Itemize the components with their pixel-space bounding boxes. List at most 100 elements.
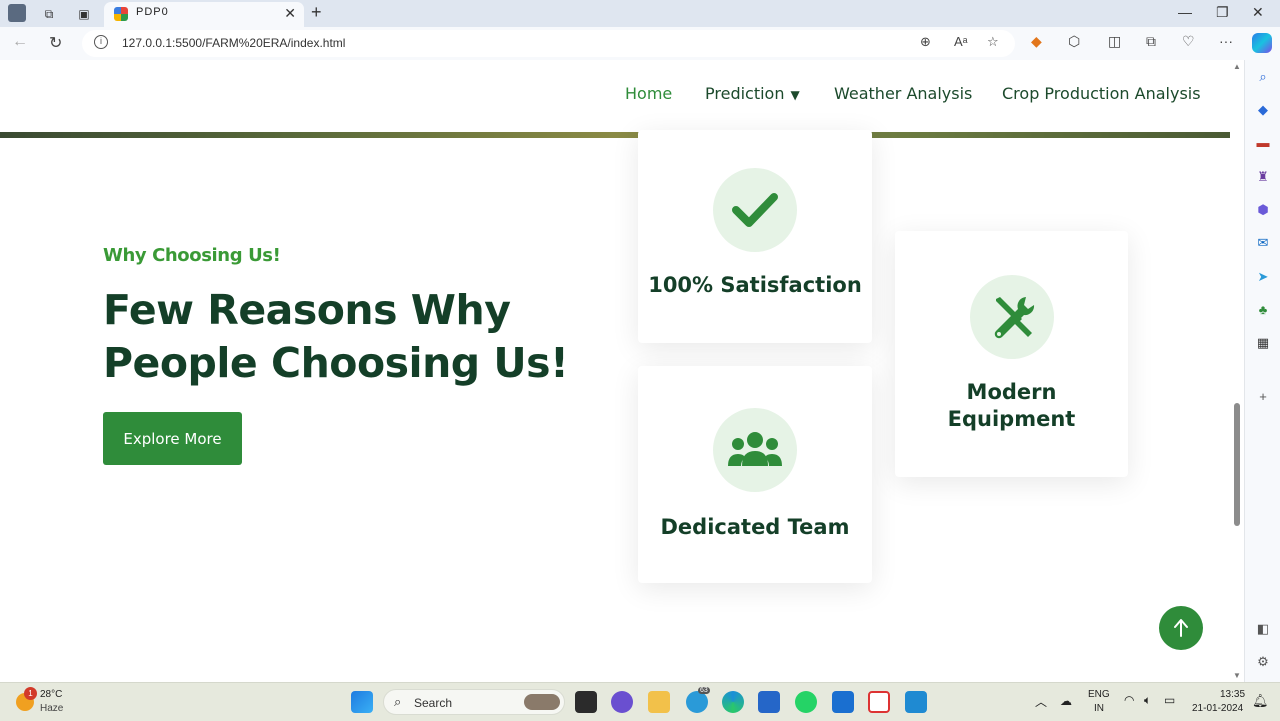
show-hidden-icons-chevron-icon[interactable]: ︿ xyxy=(1035,693,1047,710)
more-menu-icon[interactable]: ··· xyxy=(1219,33,1233,49)
wifi-icon[interactable]: ◠ xyxy=(1124,693,1134,707)
copilot-icon[interactable] xyxy=(1252,33,1272,53)
chat-app-icon[interactable] xyxy=(611,691,633,713)
onedrive-cloud-icon[interactable]: ☁ xyxy=(1060,694,1072,708)
vscode-icon[interactable] xyxy=(905,691,927,713)
explore-more-button[interactable]: Explore More xyxy=(103,412,242,465)
weather-desc: Haze xyxy=(40,703,64,714)
extensions-icon[interactable]: ⬡ xyxy=(1068,33,1080,50)
tools-icon xyxy=(994,297,1035,339)
telegram-badge: 63 xyxy=(698,687,710,694)
minimize-button[interactable]: — xyxy=(1178,4,1192,20)
telegram-icon[interactable]: 63 xyxy=(686,687,710,713)
shopping-tag-icon[interactable]: ◆ xyxy=(1254,101,1272,119)
games-icon[interactable]: ♜ xyxy=(1254,168,1272,186)
close-window-button[interactable]: ✕ xyxy=(1252,4,1264,21)
feature-card-satisfaction: 100% Satisfaction xyxy=(638,130,872,343)
split-screen-icon[interactable]: ◫ xyxy=(1108,33,1121,50)
notification-bell-icon[interactable]: 🔔︎ xyxy=(1252,693,1269,709)
edge-browser-icon[interactable] xyxy=(722,691,744,713)
collections-icon[interactable]: ⧉ xyxy=(1146,33,1156,50)
feature-icon-circle xyxy=(970,275,1054,359)
add-sidebar-app-icon[interactable]: + xyxy=(1254,388,1272,406)
tab-close-icon[interactable]: ✕ xyxy=(284,5,296,22)
feature-icon-circle xyxy=(713,408,797,492)
read-aloud-icon[interactable]: Aᵃ xyxy=(954,34,968,49)
outlook-icon[interactable]: ✉ xyxy=(1254,234,1272,252)
weather-widget[interactable]: 1 28°C Haze xyxy=(14,687,74,717)
search-icon: ⌕ xyxy=(394,694,402,709)
language-label: ENG xyxy=(1088,689,1110,700)
task-view-icon[interactable] xyxy=(575,691,597,713)
chevron-down-icon: ▼ xyxy=(790,88,800,102)
sidebar-toggle-icon[interactable]: ◧ xyxy=(1254,620,1272,638)
tools-briefcase-icon[interactable]: ▬ xyxy=(1254,134,1272,152)
clock[interactable]: 13:35 21-01-2024 xyxy=(1188,687,1248,717)
battery-icon[interactable]: ▭ xyxy=(1164,693,1175,707)
nav-weather-analysis[interactable]: Weather Analysis xyxy=(834,84,972,103)
maximize-button[interactable]: ❐ xyxy=(1216,4,1229,21)
team-icon xyxy=(728,432,782,466)
arrow-up-icon xyxy=(1174,619,1188,637)
url-field[interactable]: i 127.0.0.1:5500/FARM%20ERA/index.html ⊕… xyxy=(82,30,1015,57)
gmail-icon[interactable] xyxy=(868,691,890,713)
web-page: Home Prediction ▼ Weather Analysis Crop P… xyxy=(0,60,1230,682)
url-text: 127.0.0.1:5500/FARM%20ERA/index.html xyxy=(122,36,346,50)
site-info-icon[interactable]: i xyxy=(94,35,108,49)
metamask-extension-icon[interactable]: ◆ xyxy=(1031,33,1042,50)
store-icon[interactable] xyxy=(758,691,780,713)
feature-card-team: Dedicated Team xyxy=(638,366,872,583)
nav-prediction-label: Prediction xyxy=(705,84,785,103)
tab-favicon-icon xyxy=(114,7,128,21)
profile-avatar[interactable] xyxy=(8,4,26,22)
weather-temp: 28°C xyxy=(40,689,63,700)
search-icon[interactable]: ⌕ xyxy=(1254,68,1272,86)
region-label: IN xyxy=(1094,703,1104,714)
scroll-down-icon[interactable]: ▼ xyxy=(1233,671,1241,680)
scroll-up-icon[interactable]: ▲ xyxy=(1233,62,1241,71)
browser-sidebar: ⌕ ◆ ▬ ♜ ⬢ ✉ ➤ ♣ ▦ + ◧ ⚙ xyxy=(1244,60,1280,682)
whatsapp-icon[interactable] xyxy=(795,691,817,713)
drop-icon[interactable]: ➤ xyxy=(1254,268,1272,286)
nav-prediction[interactable]: Prediction ▼ xyxy=(705,84,800,103)
tab-bar: ⧉ ▣ PDP0 ✕ + — ❐ ✕ xyxy=(0,0,1280,27)
browser-essentials-icon[interactable]: ♡ xyxy=(1182,33,1195,50)
start-windows-icon[interactable] xyxy=(351,691,373,713)
windows-taskbar: 1 28°C Haze ⌕ Search 63 ︿ ☁ ENG IN ◠ 🔈︎ … xyxy=(0,682,1280,721)
search-highlight-icon xyxy=(524,694,560,710)
taskbar-search-label: Search xyxy=(414,696,453,710)
address-bar-row: ← ↻ i 127.0.0.1:5500/FARM%20ERA/index.ht… xyxy=(0,27,1280,60)
language-indicator[interactable]: ENG IN xyxy=(1086,688,1114,716)
site-navbar: Home Prediction ▼ Weather Analysis Crop P… xyxy=(0,60,1230,132)
tab-title: PDP0 xyxy=(136,6,169,18)
app-window-icon[interactable] xyxy=(832,691,854,713)
header-banner-strip xyxy=(0,132,1230,138)
volume-icon[interactable]: 🔈︎ xyxy=(1144,693,1151,708)
zoom-icon[interactable]: ⊕ xyxy=(920,34,931,50)
section-headline: Few Reasons Why People Choosing Us! xyxy=(103,286,569,387)
calendar-icon[interactable]: ▦ xyxy=(1254,334,1272,352)
new-tab-button[interactable]: + xyxy=(311,2,322,23)
file-explorer-icon[interactable] xyxy=(648,691,670,713)
nav-crop-production-analysis[interactable]: Crop Production Analysis xyxy=(1002,84,1201,103)
nav-home[interactable]: Home xyxy=(625,84,672,103)
back-icon[interactable]: ← xyxy=(12,33,28,51)
feature-title: Modern Equipment xyxy=(947,380,1076,431)
check-icon xyxy=(732,193,778,227)
tab-actions-icon[interactable]: ▣ xyxy=(75,5,93,23)
settings-gear-icon[interactable]: ⚙ xyxy=(1254,653,1272,671)
microsoft365-icon[interactable]: ⬢ xyxy=(1254,201,1272,219)
tree-icon[interactable]: ♣ xyxy=(1254,301,1272,319)
back-to-top-button[interactable] xyxy=(1159,606,1203,650)
browser-tab[interactable]: PDP0 ✕ xyxy=(104,2,304,27)
workspaces-icon[interactable]: ⧉ xyxy=(40,5,58,23)
feature-icon-circle xyxy=(713,168,797,252)
page-scrollbar[interactable]: ▲ ▼ xyxy=(1230,60,1244,682)
scrollbar-thumb[interactable] xyxy=(1234,403,1240,526)
feature-card-equipment: Modern Equipment xyxy=(895,231,1128,477)
favorite-star-icon[interactable]: ☆ xyxy=(987,34,999,50)
taskbar-search[interactable]: ⌕ Search xyxy=(383,689,565,715)
section-eyebrow: Why Choosing Us! xyxy=(103,245,281,266)
clock-date: 21-01-2024 xyxy=(1192,703,1244,714)
refresh-icon[interactable]: ↻ xyxy=(49,33,62,53)
